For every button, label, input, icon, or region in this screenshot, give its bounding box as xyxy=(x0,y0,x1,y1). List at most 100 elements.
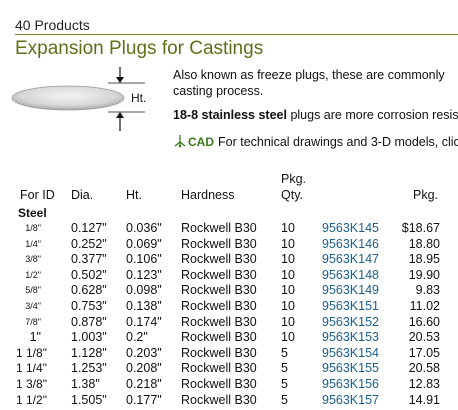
cad-icon[interactable]: CAD xyxy=(173,134,214,150)
hardness-cell: Rockwell B30 xyxy=(181,221,257,235)
pkg-qty-cell: 10 xyxy=(281,330,295,345)
part-number-link[interactable]: 9563K152 xyxy=(322,315,379,329)
part-number-link[interactable]: 9563K157 xyxy=(322,393,379,407)
for-id-cell: 7/8" xyxy=(25,316,41,327)
part-number-link[interactable]: 9563K156 xyxy=(322,377,379,391)
pkg-qty-cell: 10 xyxy=(281,314,295,329)
col-header-pkg-qty-1: Pkg. xyxy=(281,172,307,186)
diameter-cell: 0.252" xyxy=(71,236,107,251)
price-cell: 14.91 xyxy=(408,392,440,407)
description-line-2: casting process. xyxy=(173,84,264,98)
part-number-link[interactable]: 9563K147 xyxy=(322,252,379,266)
pkg-qty-cell: 10 xyxy=(281,221,295,235)
diameter-cell: 0.628" xyxy=(71,283,107,298)
table-row: 1/4" 0.252" 0.069" Rockwell B30 10 9563K146 18… xyxy=(0,237,458,252)
price-cell: 9.83 xyxy=(415,283,440,298)
pkg-qty-cell: 10 xyxy=(281,236,295,251)
pkg-qty-cell: 5 xyxy=(281,361,288,376)
col-header-for-id: For ID xyxy=(20,188,55,202)
for-id-cell: 1" xyxy=(29,330,41,345)
table-row: 3/4" 0.753" 0.138" Rockwell B30 10 9563K151 11… xyxy=(0,299,458,314)
description-line-1: Also known as freeze plugs, these are co… xyxy=(173,68,445,82)
price-cell: 12.83 xyxy=(408,377,440,391)
diameter-cell: 0.502" xyxy=(71,267,107,282)
cad-description: For technical drawings and 3-D models, c… xyxy=(218,135,458,149)
hardness-cell: Rockwell B30 xyxy=(181,392,257,407)
pkg-qty-cell: 10 xyxy=(281,283,295,298)
hardness-cell: Rockwell B30 xyxy=(181,283,257,298)
diameter-cell: 1.003" xyxy=(71,330,107,345)
part-number-link[interactable]: 9563K154 xyxy=(322,346,379,360)
price-cell: 19.90 xyxy=(408,267,440,282)
for-id-cell: 5/8" xyxy=(25,285,41,296)
group-steel: Steel xyxy=(18,206,47,220)
pkg-qty-cell: 5 xyxy=(281,377,288,391)
pkg-qty-cell: 10 xyxy=(281,267,295,282)
height-cell: 0.106" xyxy=(126,252,162,267)
price-cell: 20.53 xyxy=(408,330,440,345)
col-header-ht: Ht. xyxy=(126,188,142,202)
hardness-cell: Rockwell B30 xyxy=(181,252,257,267)
price-cell: 20.58 xyxy=(408,361,440,376)
for-id-cell: 1/2" xyxy=(25,269,41,280)
part-number-link[interactable]: 9563K155 xyxy=(322,361,379,375)
description-text: Also known as freeze plugs, these are co… xyxy=(173,67,458,99)
col-header-hardness: Hardness xyxy=(181,188,235,202)
diameter-cell: 0.878" xyxy=(71,314,107,329)
pkg-qty-cell: 5 xyxy=(281,345,288,360)
price-cell: $18.67 xyxy=(401,221,440,235)
table-row: 1" 1.003" 0.2" Rockwell B30 10 9563K153 20.53 xyxy=(0,330,458,345)
part-number-link[interactable]: 9563K146 xyxy=(322,237,379,251)
for-id-cell: 3/8" xyxy=(25,254,41,265)
table-row: 1/2" 0.502" 0.123" Rockwell B30 10 9563K148 19… xyxy=(0,268,458,283)
for-id-cell: 1 1/8" xyxy=(16,345,47,360)
page-title: Expansion Plugs for Castings xyxy=(15,38,264,59)
height-cell: 0.174" xyxy=(126,314,162,329)
height-cell: 0.069" xyxy=(126,236,162,251)
table-row: 7/8" 0.878" 0.174" Rockwell B30 10 9563K152 16… xyxy=(0,315,458,330)
for-id-cell: 1 1/2" xyxy=(16,392,47,407)
diameter-cell: 0.127" xyxy=(71,221,107,235)
height-cell: 0.203" xyxy=(126,345,162,360)
table-row: 1/8" 0.127" 0.036" Rockwell B30 10 9563K145 $1… xyxy=(0,221,458,236)
product-count: 40 Products xyxy=(15,17,90,33)
height-cell: 0.098" xyxy=(126,283,162,298)
material-rest: plugs are more corrosion resistant xyxy=(290,108,458,122)
part-number-link[interactable]: 9563K153 xyxy=(322,330,379,344)
pkg-qty-cell: 5 xyxy=(281,392,288,407)
height-cell: 0.208" xyxy=(126,361,162,376)
diameter-cell: 0.753" xyxy=(71,299,107,313)
hardness-cell: Rockwell B30 xyxy=(181,314,257,329)
col-header-pkg-qty-2: Qty. xyxy=(281,188,303,202)
height-cell: 0.123" xyxy=(126,267,162,282)
diameter-cell: 1.38" xyxy=(71,377,100,391)
diameter-cell: 0.377" xyxy=(71,252,107,267)
for-id-cell: 1/8" xyxy=(25,223,41,233)
for-id-cell: 1/4" xyxy=(25,238,41,249)
height-cell: 0.177" xyxy=(126,392,162,407)
price-cell: 16.60 xyxy=(408,314,440,329)
part-number-link[interactable]: 9563K148 xyxy=(322,268,379,282)
price-cell: 17.05 xyxy=(408,345,440,360)
part-number-link[interactable]: 9563K149 xyxy=(322,283,379,297)
hardness-cell: Rockwell B30 xyxy=(181,236,257,251)
table-row: 5/8" 0.628" 0.098" Rockwell B30 10 9563K149 9.… xyxy=(0,283,458,298)
part-number-link[interactable]: 9563K151 xyxy=(322,299,379,313)
hardness-cell: Rockwell B30 xyxy=(181,267,257,282)
price-cell: 18.80 xyxy=(408,236,440,251)
height-cell: 0.138" xyxy=(126,299,162,313)
pkg-qty-cell: 10 xyxy=(281,299,295,313)
part-number-link[interactable]: 9563K145 xyxy=(322,221,379,235)
diameter-cell: 1.505" xyxy=(71,392,107,407)
table-row: 1 1/4" 1.253" 0.208" Rockwell B30 5 9563K155 2… xyxy=(0,361,458,376)
table-row: 1 1/2" 1.505" 0.177" Rockwell B30 5 9563K157 1… xyxy=(0,393,458,408)
material-bold: 18-8 stainless steel xyxy=(173,108,287,122)
cad-link[interactable]: CAD For technical drawings and 3-D model… xyxy=(173,134,458,150)
for-id-cell: 1 1/4" xyxy=(16,361,47,376)
table-row: 1 3/8" 1.38" 0.218" Rockwell B30 5 9563K156 12… xyxy=(0,377,458,392)
col-header-dia: Dia. xyxy=(71,188,94,202)
material-note: 18-8 stainless steel plugs are more corr… xyxy=(173,108,458,122)
height-label: Ht. xyxy=(131,91,146,105)
hardness-cell: Rockwell B30 xyxy=(181,377,257,391)
hardness-cell: Rockwell B30 xyxy=(181,361,257,376)
